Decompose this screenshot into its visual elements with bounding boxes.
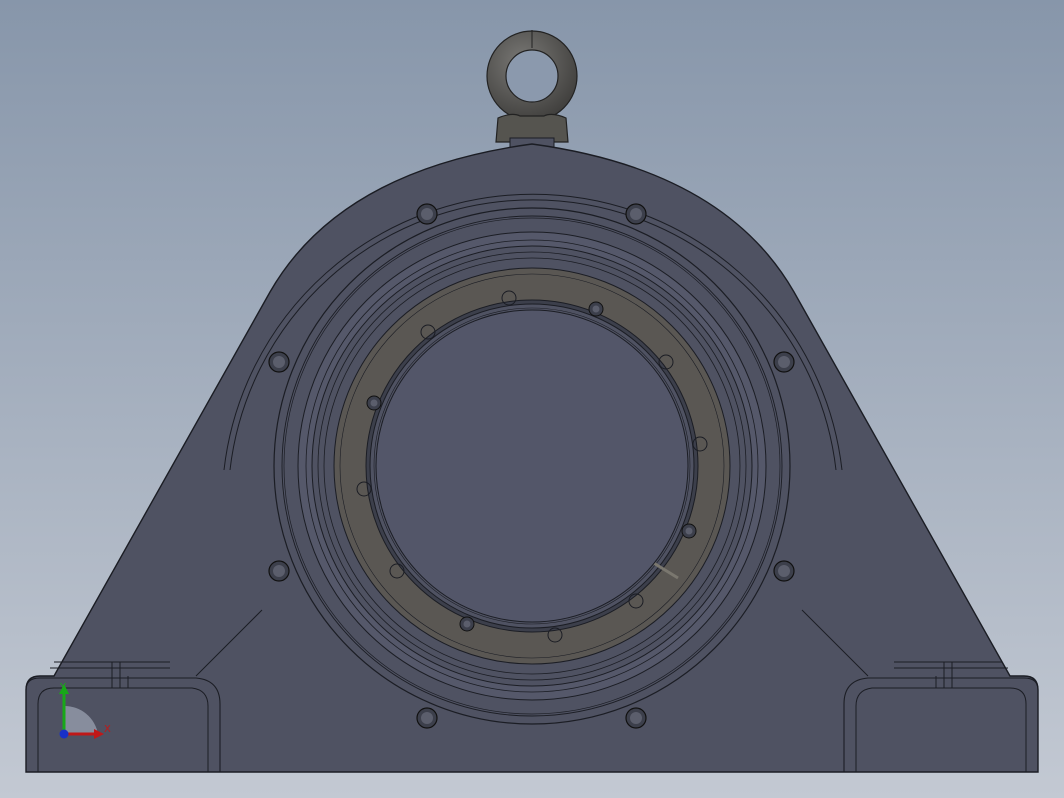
cad-model-view[interactable]: Y X bbox=[0, 0, 1064, 798]
eyebolt[interactable] bbox=[486, 30, 578, 159]
triad-x-label: X bbox=[104, 724, 111, 735]
graphics-viewport[interactable]: Y X bbox=[0, 0, 1064, 798]
triad-y-label: Y bbox=[59, 682, 67, 693]
shaft-bore[interactable] bbox=[375, 309, 689, 623]
